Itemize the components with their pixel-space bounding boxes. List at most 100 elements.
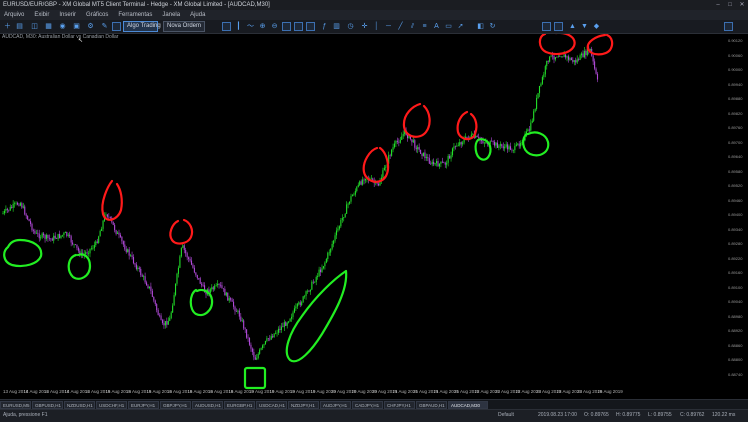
templates-icon[interactable]: ▥ bbox=[332, 22, 341, 31]
candle-body bbox=[25, 214, 27, 216]
chart-window-icon[interactable] bbox=[112, 22, 121, 31]
candle-body bbox=[40, 237, 42, 239]
editor-icon[interactable]: ✎ bbox=[100, 22, 109, 31]
zoom-in-icon[interactable]: ⊕ bbox=[258, 22, 267, 31]
candle-body bbox=[402, 134, 404, 137]
candle-body bbox=[440, 161, 442, 164]
candle-body bbox=[98, 236, 100, 243]
candle-body bbox=[76, 244, 78, 248]
period-h1-icon[interactable]: ◆ bbox=[592, 22, 601, 31]
maximize-button[interactable]: □ bbox=[724, 0, 736, 10]
periods-icon[interactable]: ◷ bbox=[346, 22, 355, 31]
label-tool-icon[interactable]: ▭ bbox=[444, 22, 453, 31]
candlestick-icon[interactable]: ┃ bbox=[234, 22, 243, 31]
vertical-line-icon[interactable]: │ bbox=[372, 22, 381, 31]
period-m1-icon[interactable] bbox=[542, 22, 551, 31]
chart-tab[interactable]: CADJPY,H1 bbox=[352, 401, 383, 409]
chart-tab[interactable]: EURGBP,H1 bbox=[224, 401, 255, 409]
navigator-icon[interactable]: ◉ bbox=[58, 22, 67, 31]
close-button[interactable]: ✕ bbox=[736, 0, 748, 10]
candle-body bbox=[285, 322, 287, 326]
fibonacci-icon[interactable]: ≡ bbox=[420, 22, 429, 31]
chart-tab[interactable]: AUDUSD,H1 bbox=[192, 401, 223, 409]
period-m5-icon[interactable] bbox=[554, 22, 563, 31]
menu-file[interactable]: Arquivo bbox=[0, 10, 30, 20]
chart-tab[interactable]: GBPUSD,H1 bbox=[32, 401, 63, 409]
new-order-button[interactable]: Nova Ordem bbox=[163, 21, 205, 32]
candle-body bbox=[19, 203, 21, 206]
candle-body bbox=[66, 232, 68, 236]
chart-shift-icon[interactable] bbox=[306, 22, 315, 31]
price-axis-label: 0.88800 bbox=[728, 357, 743, 362]
channel-icon[interactable]: ⫽ bbox=[408, 22, 417, 31]
horizontal-line-icon[interactable]: ─ bbox=[384, 22, 393, 31]
options-icon[interactable] bbox=[724, 22, 733, 31]
profiles-icon[interactable]: ▤ bbox=[15, 22, 24, 31]
candle-body bbox=[221, 285, 223, 289]
candle-body bbox=[170, 312, 172, 319]
new-chart-icon[interactable]: ＋ bbox=[3, 22, 12, 31]
chart-tab[interactable]: AUDCAD,M30 bbox=[448, 401, 488, 409]
arrow-tool-icon[interactable]: ➚ bbox=[456, 22, 465, 31]
price-chart[interactable]: AUDCAD, M30: Australian Dollar vs Canadi… bbox=[0, 34, 748, 399]
crosshair-icon[interactable]: ✛ bbox=[360, 22, 369, 31]
chart-tab[interactable]: CHFJPY,H1 bbox=[384, 401, 415, 409]
menu-charts[interactable]: Gráficos bbox=[82, 10, 114, 20]
line-chart-icon[interactable]: 〜 bbox=[246, 22, 255, 31]
menu-help[interactable]: Ajuda bbox=[186, 10, 211, 20]
minimize-button[interactable]: – bbox=[712, 0, 724, 10]
candle-body bbox=[219, 284, 222, 286]
chart-tab[interactable]: EURJPY,H1 bbox=[128, 401, 159, 409]
toolbox-icon[interactable]: ▣ bbox=[72, 22, 81, 31]
algo-trading-button[interactable]: Algo Trading bbox=[123, 21, 161, 32]
candle-body bbox=[254, 357, 256, 360]
menu-view[interactable]: Exibir bbox=[30, 10, 55, 20]
candle-body bbox=[546, 60, 548, 67]
candle-body bbox=[269, 338, 271, 340]
period-m15-icon[interactable]: ▲ bbox=[568, 22, 577, 31]
text-tool-icon[interactable]: A bbox=[432, 22, 441, 31]
candle-body bbox=[335, 230, 338, 236]
candle-body bbox=[215, 285, 217, 286]
candle-body bbox=[360, 181, 362, 185]
trendline-icon[interactable]: ╱ bbox=[396, 22, 405, 31]
menu-tools[interactable]: Ferramentas bbox=[114, 10, 158, 20]
candle-body bbox=[72, 242, 74, 245]
candle-body bbox=[182, 245, 184, 248]
market-watch-icon[interactable]: ◫ bbox=[30, 22, 39, 31]
chart-tab[interactable]: NZDJPY,H1 bbox=[288, 401, 319, 409]
one-click-icon[interactable]: ◧ bbox=[476, 22, 485, 31]
candle-body bbox=[420, 149, 422, 154]
chart-tab[interactable]: NZDUSD,H1 bbox=[64, 401, 95, 409]
menu-insert[interactable]: Inserir bbox=[55, 10, 82, 20]
status-bar: Ajuda, pressione F1 Default 2019.08.23 1… bbox=[0, 409, 748, 422]
price-axis-label: 0.88980 bbox=[728, 313, 743, 319]
chart-tab[interactable]: USDCAD,H1 bbox=[256, 401, 287, 409]
chart-tab[interactable]: GBPJPY,H1 bbox=[160, 401, 191, 409]
candle-body bbox=[190, 260, 193, 265]
candle-body bbox=[262, 345, 264, 349]
indicators-icon[interactable]: ƒ bbox=[320, 22, 329, 31]
chart-tab[interactable]: EURUSD,M5 bbox=[0, 401, 31, 409]
candle-body bbox=[573, 60, 575, 62]
candle-body bbox=[176, 273, 178, 284]
menu-window[interactable]: Janela bbox=[158, 10, 186, 20]
zoom-out-icon[interactable]: ⊖ bbox=[270, 22, 279, 31]
period-m30-icon[interactable]: ▼ bbox=[580, 22, 589, 31]
refresh-icon[interactable]: ↻ bbox=[488, 22, 497, 31]
tile-windows-icon[interactable] bbox=[282, 22, 291, 31]
chart-tab[interactable]: GBPAUD,H1 bbox=[416, 401, 447, 409]
price-axis-label: 0.89880 bbox=[728, 96, 743, 101]
data-window-icon[interactable]: ▦ bbox=[44, 22, 53, 31]
candle-body bbox=[495, 142, 497, 146]
candle-body bbox=[462, 142, 464, 145]
scroll-chart-icon[interactable] bbox=[294, 22, 303, 31]
toolbar: ＋ ▤ ◫ ▦ ◉ ▣ ⚙ ✎ Algo Trading Nova Ordem … bbox=[0, 20, 748, 34]
candle-body bbox=[117, 232, 119, 234]
bar-chart-icon[interactable] bbox=[222, 22, 231, 31]
chart-tab[interactable]: USDCHF,H1 bbox=[96, 401, 127, 409]
chart-tab[interactable]: AUDJPY,H1 bbox=[320, 401, 351, 409]
candle-body bbox=[478, 136, 480, 138]
strategy-tester-icon[interactable]: ⚙ bbox=[86, 22, 95, 31]
candle-body bbox=[85, 252, 87, 254]
